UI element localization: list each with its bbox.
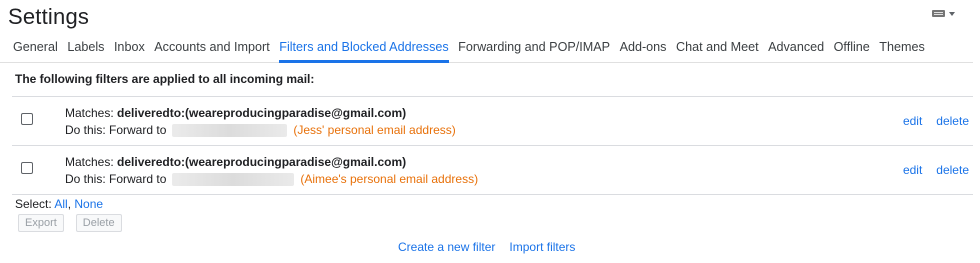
filter-action: Do this: Forward to (Aimee's personal em… <box>65 172 478 186</box>
export-button[interactable]: Export <box>18 214 64 232</box>
select-controls: Select: All, None <box>15 197 103 211</box>
redacted-email <box>172 123 288 137</box>
settings-tabs: General Labels Inbox Accounts and Import… <box>0 34 973 63</box>
matches-value: deliveredto:(weareproducingparadise@gmai… <box>117 106 407 120</box>
bulk-actions: Export Delete <box>18 214 122 232</box>
tab-general[interactable]: General <box>13 34 58 62</box>
filter-criteria: Matches: deliveredto:(weareproducingpara… <box>65 155 406 169</box>
filter-checkbox[interactable] <box>21 113 33 125</box>
filter-row-actions: edit delete <box>903 163 969 177</box>
keyboard-icon <box>932 10 945 17</box>
filter-list: Matches: deliveredto:(weareproducingpara… <box>12 96 973 195</box>
tab-accounts-and-import[interactable]: Accounts and Import <box>154 34 270 62</box>
page-title: Settings <box>8 4 90 29</box>
chevron-down-icon <box>949 11 955 16</box>
tab-labels[interactable]: Labels <box>67 34 104 62</box>
tab-forwarding-and-pop-imap[interactable]: Forwarding and POP/IMAP <box>458 34 610 62</box>
tab-add-ons[interactable]: Add-ons <box>620 34 667 62</box>
input-tools-button[interactable] <box>932 10 955 17</box>
filter-row: Matches: deliveredto:(weareproducingpara… <box>12 97 973 146</box>
tab-filters-and-blocked-addresses[interactable]: Filters and Blocked Addresses <box>279 34 450 63</box>
filter-criteria: Matches: deliveredto:(weareproducingpara… <box>65 106 406 120</box>
tab-chat-and-meet[interactable]: Chat and Meet <box>676 34 759 62</box>
filter-links: Create a new filter Import filters <box>398 240 575 254</box>
tab-inbox[interactable]: Inbox <box>114 34 145 62</box>
matches-label: Matches: <box>65 106 118 120</box>
create-filter-link[interactable]: Create a new filter <box>398 240 495 254</box>
action-label: Do this: Forward to <box>65 123 167 137</box>
settings-header: Settings <box>0 0 980 34</box>
import-filters-link[interactable]: Import filters <box>509 240 575 254</box>
matches-value: deliveredto:(weareproducingparadise@gmai… <box>117 155 407 169</box>
filter-row-actions: edit delete <box>903 114 969 128</box>
filters-intro-heading: The following filters are applied to all… <box>15 72 315 86</box>
redacted-email <box>172 172 295 186</box>
forward-address-note: (Aimee's personal email address) <box>300 172 479 186</box>
delete-button[interactable]: Delete <box>75 214 122 232</box>
delete-filter-link[interactable]: delete <box>936 114 969 128</box>
action-label: Do this: Forward to <box>65 172 167 186</box>
tab-advanced[interactable]: Advanced <box>768 34 824 62</box>
select-all-link[interactable]: All <box>54 197 67 211</box>
select-none-link[interactable]: None <box>74 197 103 211</box>
edit-filter-link[interactable]: edit <box>903 163 922 177</box>
matches-label: Matches: <box>65 155 118 169</box>
filter-action: Do this: Forward to (Jess' personal emai… <box>65 123 456 137</box>
tab-offline[interactable]: Offline <box>834 34 870 62</box>
delete-filter-link[interactable]: delete <box>936 163 969 177</box>
forward-address-note: (Jess' personal email address) <box>293 123 456 137</box>
select-label: Select: <box>15 197 55 211</box>
filter-checkbox[interactable] <box>21 162 33 174</box>
edit-filter-link[interactable]: edit <box>903 114 922 128</box>
filter-row: Matches: deliveredto:(weareproducingpara… <box>12 146 973 195</box>
tab-themes[interactable]: Themes <box>879 34 925 62</box>
